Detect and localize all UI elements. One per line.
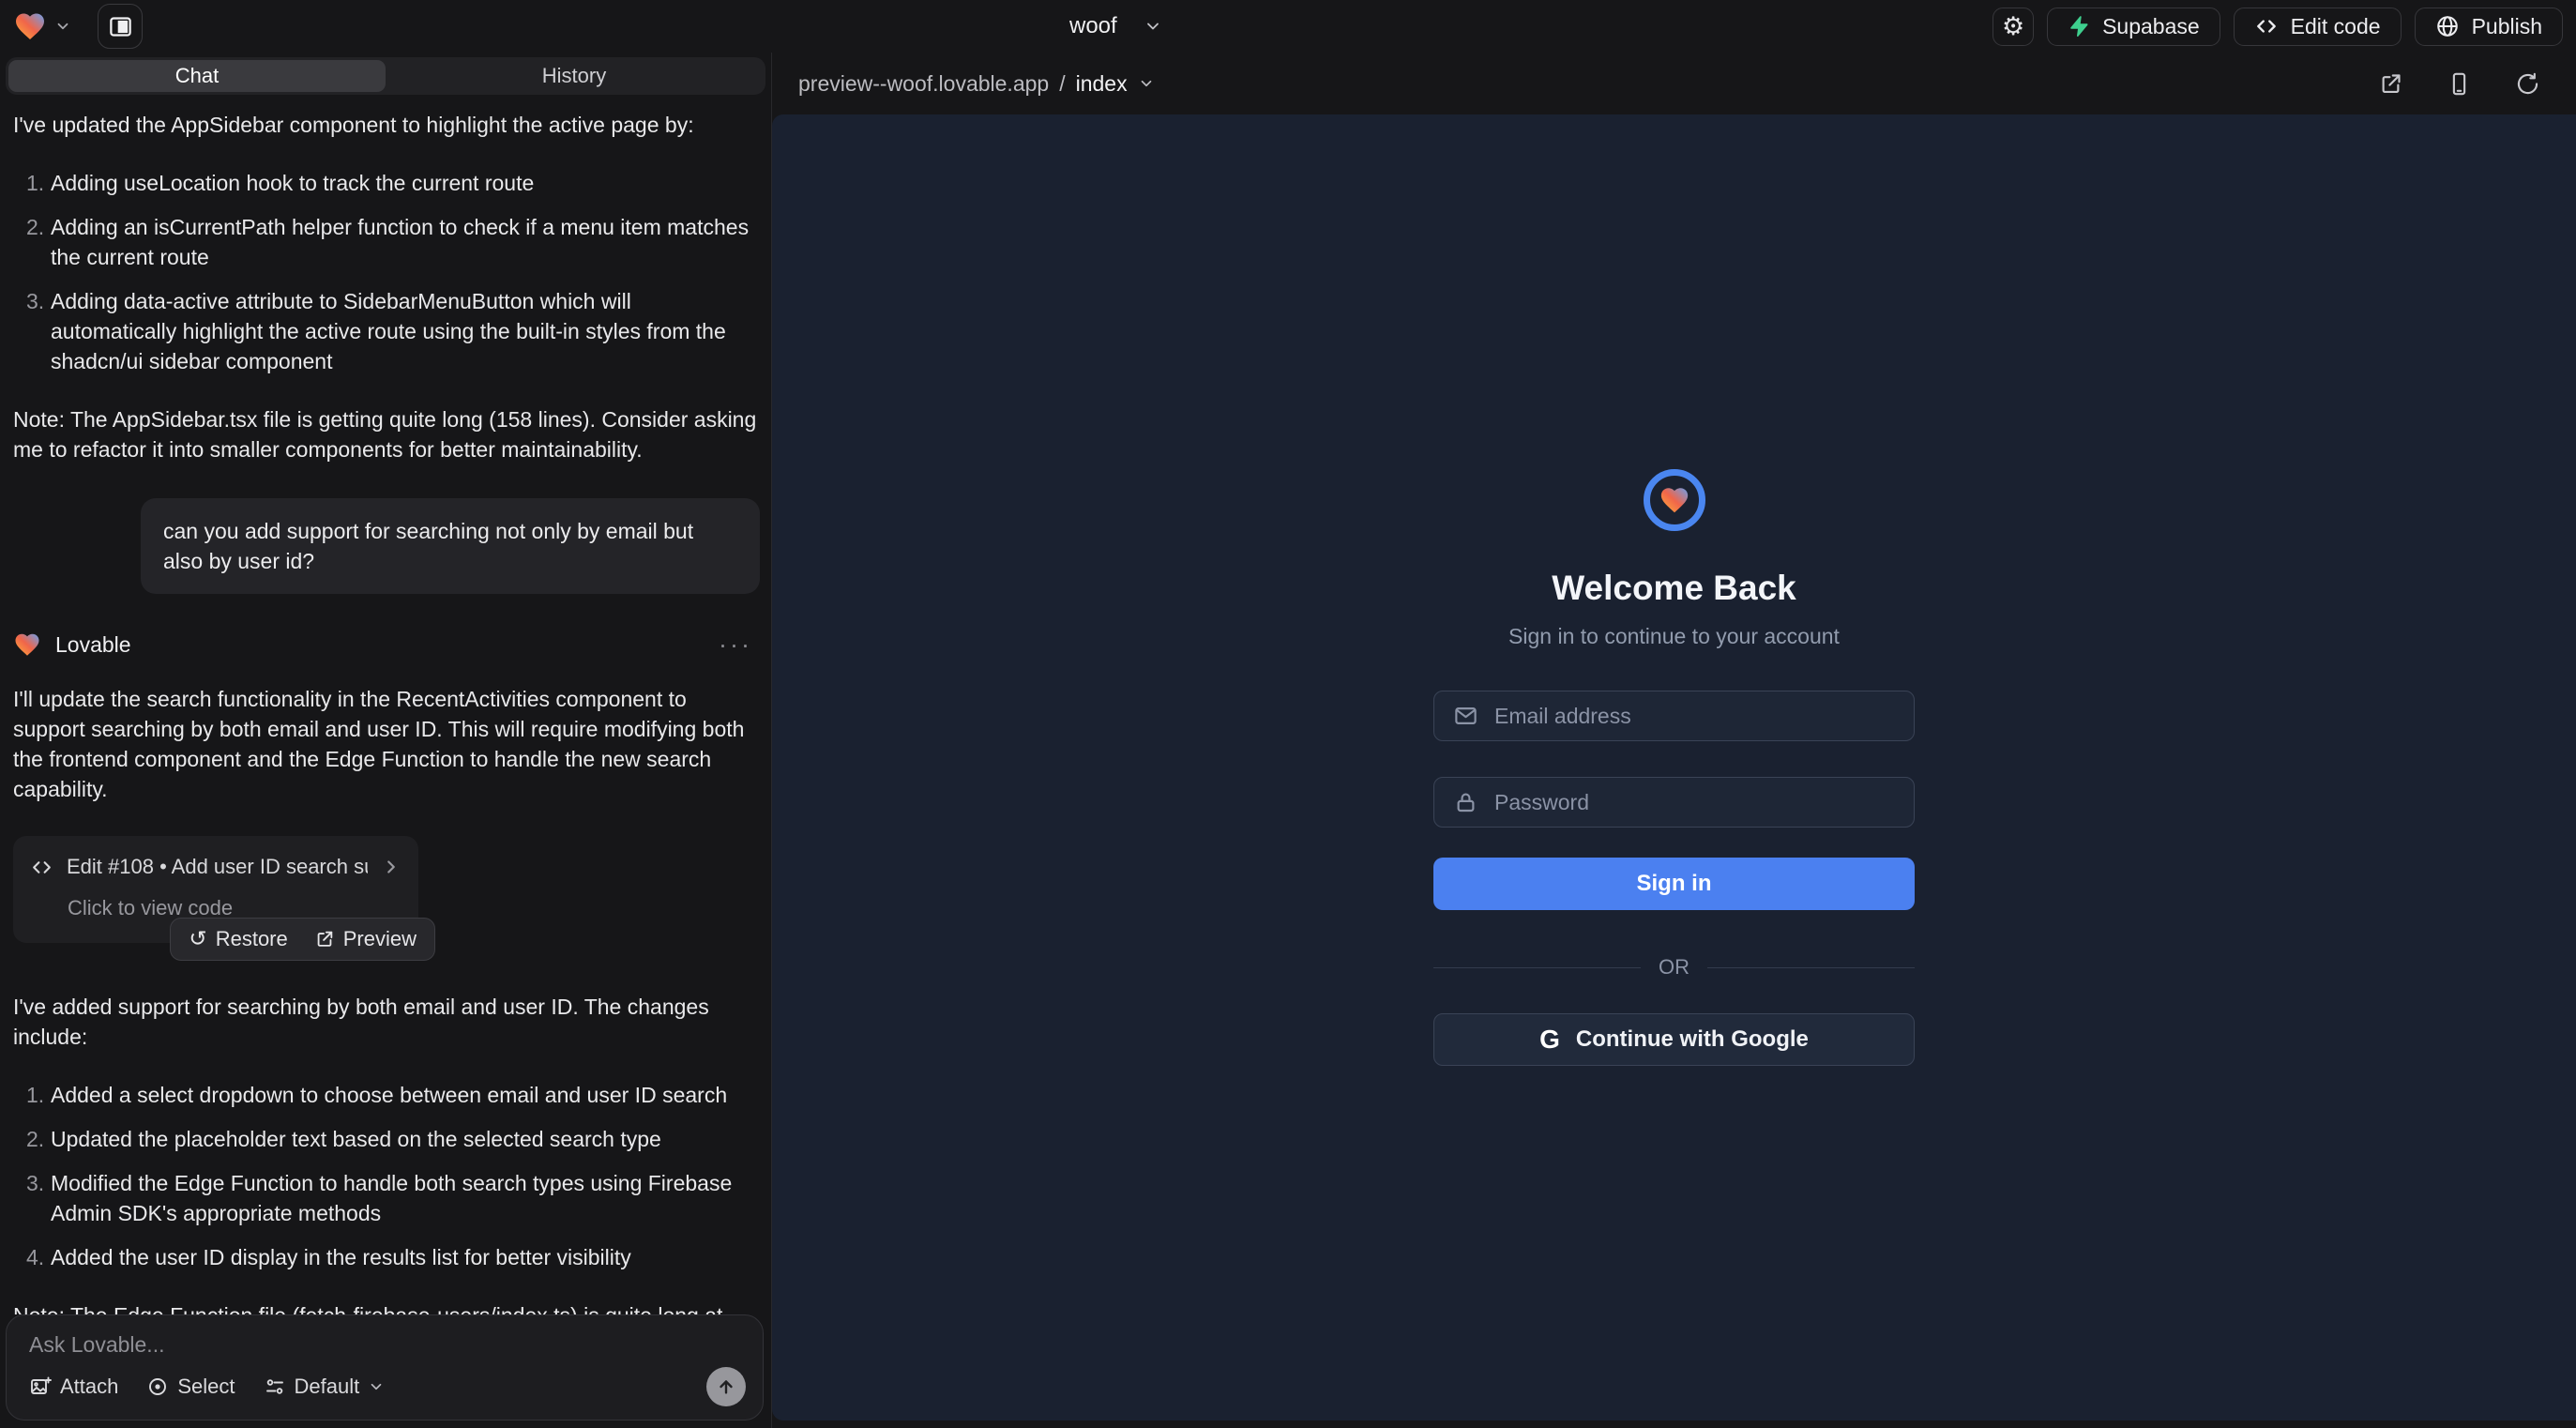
assistant-note: Note: The AppSidebar.tsx file is getting… xyxy=(13,404,760,464)
edit-card-wrapper: Edit #108 • Add user ID search supp... C… xyxy=(13,836,418,943)
list-item: 2. Adding an isCurrentPath helper functi… xyxy=(13,212,760,272)
gear-icon: ⚙ xyxy=(2002,14,2024,39)
user-message-bubble: can you add support for searching not on… xyxy=(141,498,760,594)
tab-history[interactable]: History xyxy=(386,60,763,92)
divider-line xyxy=(1433,967,1641,968)
chevron-down-icon xyxy=(54,18,71,35)
chat-message-list[interactable]: I've updated the AppSidebar component to… xyxy=(0,95,771,1314)
email-field[interactable] xyxy=(1433,691,1915,741)
assistant-message-intro: I've updated the AppSidebar component to… xyxy=(13,110,760,140)
list-item: 3. Modified the Edge Function to handle … xyxy=(13,1168,760,1228)
mail-icon xyxy=(1453,704,1478,729)
preview-button[interactable]: Preview xyxy=(314,927,417,951)
chat-panel: Chat History I've updated the AppSidebar… xyxy=(0,53,772,1428)
restore-button[interactable]: ↺ Restore xyxy=(189,927,287,951)
open-in-new-icon xyxy=(314,929,335,949)
supabase-button[interactable]: Supabase xyxy=(2047,8,2220,46)
chevron-right-icon xyxy=(381,857,402,877)
attach-image-icon xyxy=(29,1375,52,1398)
globe-icon xyxy=(2435,14,2460,38)
assistant-numbered-list: 1. Adding useLocation hook to track the … xyxy=(13,168,760,376)
settings-button[interactable]: ⚙ xyxy=(1993,8,2034,46)
publish-label: Publish xyxy=(2472,14,2542,39)
edit-code-button[interactable]: Edit code xyxy=(2234,8,2402,46)
sidebar-panel-icon xyxy=(108,14,133,39)
refresh-icon[interactable] xyxy=(2515,71,2540,97)
publish-button[interactable]: Publish xyxy=(2415,8,2563,46)
assistant-summary-intro: I've added support for searching by both… xyxy=(13,992,760,1052)
assistant-numbered-list: 1. Added a select dropdown to choose bet… xyxy=(13,1080,760,1272)
assistant-name: Lovable xyxy=(55,630,131,660)
preview-domain: preview--woof.lovable.app xyxy=(798,71,1049,97)
tab-chat[interactable]: Chat xyxy=(8,60,386,92)
lock-icon xyxy=(1453,790,1478,815)
lovable-heart-icon xyxy=(13,630,41,659)
project-name: woof xyxy=(1069,13,1117,39)
assistant-header: Lovable ··· xyxy=(13,630,760,660)
chevron-down-icon xyxy=(1138,75,1155,92)
signin-page: Welcome Back Sign in to continue to your… xyxy=(1433,469,1915,1066)
supabase-label: Supabase xyxy=(2102,14,2200,39)
select-target-icon xyxy=(146,1375,169,1398)
preview-panel: preview--woof.lovable.app / index xyxy=(772,53,2576,1428)
sign-in-button[interactable]: Sign in xyxy=(1433,858,1915,910)
sliders-icon xyxy=(264,1375,286,1398)
supabase-icon xyxy=(2068,15,2090,38)
toggle-sidebar-button[interactable] xyxy=(98,4,143,49)
topbar: woof ⚙ Supabase Edit code xyxy=(0,0,2576,53)
project-switcher[interactable]: woof xyxy=(1069,0,1162,53)
page-title: Welcome Back xyxy=(1552,569,1796,608)
google-icon: G xyxy=(1539,1025,1560,1055)
heart-icon xyxy=(1659,484,1690,516)
preview-url-selector[interactable]: preview--woof.lovable.app / index xyxy=(798,71,1155,97)
app-logo xyxy=(1644,469,1705,531)
lovable-heart-logo-icon xyxy=(13,9,47,43)
or-divider: OR xyxy=(1433,955,1915,980)
edit-card-title: Edit #108 • Add user ID search supp... xyxy=(67,852,368,882)
mobile-view-icon[interactable] xyxy=(2447,71,2472,97)
list-item: 1. Adding useLocation hook to track the … xyxy=(13,168,760,198)
open-in-new-tab-icon[interactable] xyxy=(2378,71,2403,97)
list-item: 1. Added a select dropdown to choose bet… xyxy=(13,1080,760,1110)
divider-line xyxy=(1707,967,1915,968)
chat-input[interactable] xyxy=(29,1332,746,1367)
page-subtitle: Sign in to continue to your account xyxy=(1508,624,1840,649)
select-element-button[interactable]: Select xyxy=(146,1375,235,1399)
chevron-down-icon xyxy=(368,1378,385,1395)
workspace-menu[interactable] xyxy=(13,9,71,43)
list-item: 3. Adding data-active attribute to Sideb… xyxy=(13,286,760,376)
mode-selector-button[interactable]: Default xyxy=(264,1375,386,1399)
list-item: 2. Updated the placeholder text based on… xyxy=(13,1124,760,1154)
code-icon xyxy=(2254,14,2279,38)
edit-code-label: Edit code xyxy=(2291,14,2381,39)
preview-route: index xyxy=(1076,71,1128,97)
preview-toolbar: preview--woof.lovable.app / index xyxy=(772,53,2576,114)
chevron-down-icon xyxy=(1144,17,1162,36)
restore-icon: ↺ xyxy=(189,927,206,951)
lovable-app-window: woof ⚙ Supabase Edit code xyxy=(0,0,2576,1428)
chat-composer: Attach Select Default xyxy=(6,1314,764,1420)
edit-card-actions: ↺ Restore Preview xyxy=(170,918,435,961)
assistant-note: Note: The Edge Function file (fetch-fire… xyxy=(13,1300,760,1314)
preview-viewport: Welcome Back Sign in to continue to your… xyxy=(772,114,2576,1420)
arrow-up-icon xyxy=(716,1376,736,1397)
code-icon xyxy=(30,856,53,879)
password-field[interactable] xyxy=(1433,777,1915,828)
assistant-message-intro: I'll update the search functionality in … xyxy=(13,684,760,804)
send-button[interactable] xyxy=(706,1367,746,1406)
chat-history-tabs: Chat History xyxy=(6,57,765,95)
continue-with-google-button[interactable]: G Continue with Google xyxy=(1433,1013,1915,1066)
more-options-icon[interactable]: ··· xyxy=(719,630,760,660)
attach-button[interactable]: Attach xyxy=(29,1375,118,1399)
list-item: 4. Added the user ID display in the resu… xyxy=(13,1242,760,1272)
